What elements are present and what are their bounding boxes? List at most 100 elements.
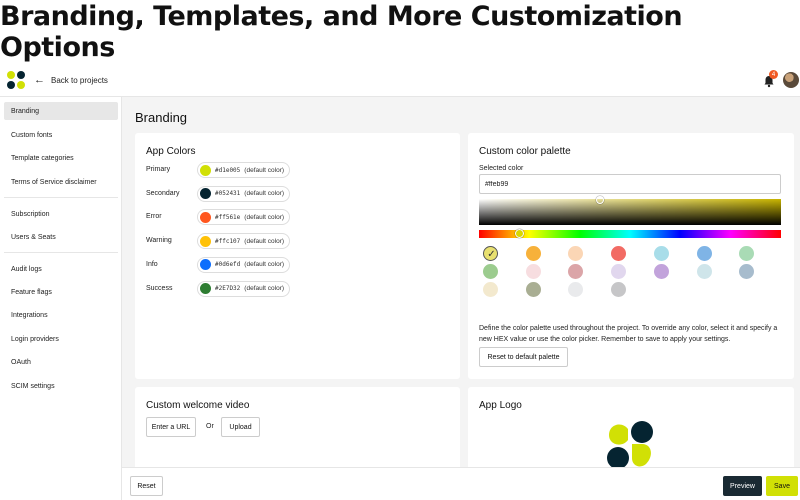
default-color-note: (default color) xyxy=(244,261,285,269)
default-color-note: (default color) xyxy=(244,213,285,221)
color-label: Error xyxy=(146,213,162,221)
palette-swatch[interactable] xyxy=(483,282,498,297)
color-row-success: Success #2E7D32 (default color) xyxy=(146,280,446,297)
palette-swatch[interactable] xyxy=(568,246,584,261)
color-hex: #ffc107 xyxy=(215,237,241,245)
color-palette-card: Custom color palette Selected color ✓ De… xyxy=(468,133,794,379)
color-dot xyxy=(200,188,211,200)
reset-button[interactable]: Reset xyxy=(130,476,163,496)
default-color-note: (default color) xyxy=(244,190,285,198)
sidebar-item-branding[interactable]: Branding xyxy=(4,102,118,120)
reset-palette-button[interactable]: Reset to default palette xyxy=(479,347,568,367)
app-logo-image[interactable] xyxy=(606,420,656,467)
palette-swatch[interactable] xyxy=(525,282,541,297)
sidebar-item-users-seats[interactable]: Users & Seats xyxy=(4,228,118,246)
color-chip[interactable]: #d1e005 (default color) xyxy=(197,162,291,178)
color-dot xyxy=(200,235,211,247)
color-chip[interactable]: #052431 (default color) xyxy=(197,185,291,202)
palette-swatch[interactable] xyxy=(696,264,712,279)
app-logo-title: App Logo xyxy=(479,400,522,411)
color-dot xyxy=(200,164,211,176)
palette-swatch[interactable] xyxy=(611,264,627,279)
selected-color-label: Selected color xyxy=(479,165,524,172)
banner: Branding, Templates, and More Customizat… xyxy=(0,0,800,64)
palette-swatch[interactable] xyxy=(696,246,712,261)
app-colors-card: App Colors Primary #d1e005 (default color)… xyxy=(135,133,460,379)
color-dot xyxy=(200,211,211,223)
sidebar-item-oauth[interactable]: OAuth xyxy=(4,353,118,371)
sidebar-item-custom-fonts[interactable]: Custom fonts xyxy=(4,126,118,144)
saturation-handle[interactable] xyxy=(596,196,604,204)
sidebar-item-integrations[interactable]: Integrations xyxy=(4,306,118,324)
color-label: Primary xyxy=(146,166,171,173)
notification-badge: 4 xyxy=(769,70,778,79)
footer-bar: Reset Preview Save xyxy=(122,467,800,500)
color-hex: #052431 xyxy=(215,190,241,198)
color-chip[interactable]: #2E7D32 (default color) xyxy=(197,280,291,297)
brand-logo-icon[interactable] xyxy=(6,70,26,90)
hue-handle[interactable] xyxy=(515,229,524,238)
welcome-video-card: Custom welcome video Enter a URL Or Uplo… xyxy=(135,387,460,467)
welcome-video-title: Custom welcome video xyxy=(146,400,250,411)
color-row-warning: Warning #ffc107 (default color) xyxy=(146,233,446,250)
palette-swatch[interactable] xyxy=(653,246,669,261)
sidebar-item-subscription[interactable]: Subscription xyxy=(4,205,118,223)
saturation-value-picker[interactable] xyxy=(479,196,781,225)
arrow-left-icon: ← xyxy=(34,74,45,86)
palette-swatch[interactable] xyxy=(653,264,669,279)
upload-button[interactable]: Upload xyxy=(221,417,260,437)
hue-slider[interactable] xyxy=(479,229,781,238)
color-label: Warning xyxy=(146,237,172,245)
palette-swatch[interactable] xyxy=(525,246,541,261)
app-colors-title: App Colors xyxy=(146,146,196,157)
save-button[interactable]: Save xyxy=(766,476,798,496)
color-dot xyxy=(200,259,211,271)
palette-swatch[interactable] xyxy=(525,264,541,279)
default-color-note: (default color) xyxy=(244,166,285,174)
sidebar-divider xyxy=(4,252,118,253)
sidebar-item-terms-of-service[interactable]: Terms of Service disclaimer xyxy=(4,173,118,191)
palette-swatch[interactable]: ✓ xyxy=(483,246,498,261)
page-title: Branding xyxy=(135,110,188,125)
palette-swatch[interactable] xyxy=(568,282,584,297)
sidebar-item-feature-flags[interactable]: Feature flags xyxy=(4,283,118,301)
selected-color-input[interactable] xyxy=(479,174,781,194)
default-color-note: (default color) xyxy=(244,237,285,245)
palette-swatch[interactable] xyxy=(739,246,755,261)
default-color-note: (default color) xyxy=(244,285,285,292)
sidebar-item-template-categories[interactable]: Template categories xyxy=(4,149,118,167)
avatar[interactable] xyxy=(783,72,799,88)
color-row-primary: Primary #d1e005 (default color) xyxy=(146,162,446,178)
color-chip[interactable]: #0d6efd (default color) xyxy=(197,256,291,273)
color-label: Success xyxy=(146,284,173,292)
main-content: Branding App Colors Primary #d1e005 (defau… xyxy=(122,97,800,467)
color-label: Info xyxy=(146,260,158,268)
palette-swatch[interactable] xyxy=(739,264,755,279)
color-hex: #0d6efd xyxy=(215,261,241,269)
app-logo-card: App Logo xyxy=(468,387,794,467)
color-hex: #d1e005 xyxy=(215,166,241,174)
color-hex: #ff561e xyxy=(215,213,241,221)
color-chip[interactable]: #ffc107 (default color) xyxy=(197,233,291,250)
sidebar-item-login-providers[interactable]: Login providers xyxy=(4,330,118,348)
back-to-projects-label: Back to projects xyxy=(51,75,108,85)
sidebar-item-scim-settings[interactable]: SCIM settings xyxy=(4,377,118,395)
top-bar: ← Back to projects 4 xyxy=(0,64,800,97)
check-icon: ✓ xyxy=(487,249,496,260)
color-hex: #2E7D32 xyxy=(215,285,241,292)
palette-swatch[interactable] xyxy=(483,264,498,279)
palette-description: Define the color palette used throughout… xyxy=(479,325,778,343)
palette-swatch[interactable] xyxy=(611,246,627,261)
palette-swatch[interactable] xyxy=(611,282,627,297)
color-dot xyxy=(200,283,211,294)
color-palette-title: Custom color palette xyxy=(479,146,571,157)
color-chip[interactable]: #ff561e (default color) xyxy=(197,209,291,226)
color-label: Secondary xyxy=(146,189,180,197)
enter-url-button[interactable]: Enter a URL xyxy=(146,417,196,437)
banner-title: Branding, Templates, and More Customizat… xyxy=(0,1,683,63)
sidebar-item-audit-logs[interactable]: Audit logs xyxy=(4,260,118,278)
preview-button[interactable]: Preview xyxy=(723,476,762,496)
color-row-secondary: Secondary #052431 (default color) xyxy=(146,185,446,202)
back-to-projects-link[interactable]: ← Back to projects xyxy=(34,74,108,86)
palette-swatch[interactable] xyxy=(568,264,584,279)
